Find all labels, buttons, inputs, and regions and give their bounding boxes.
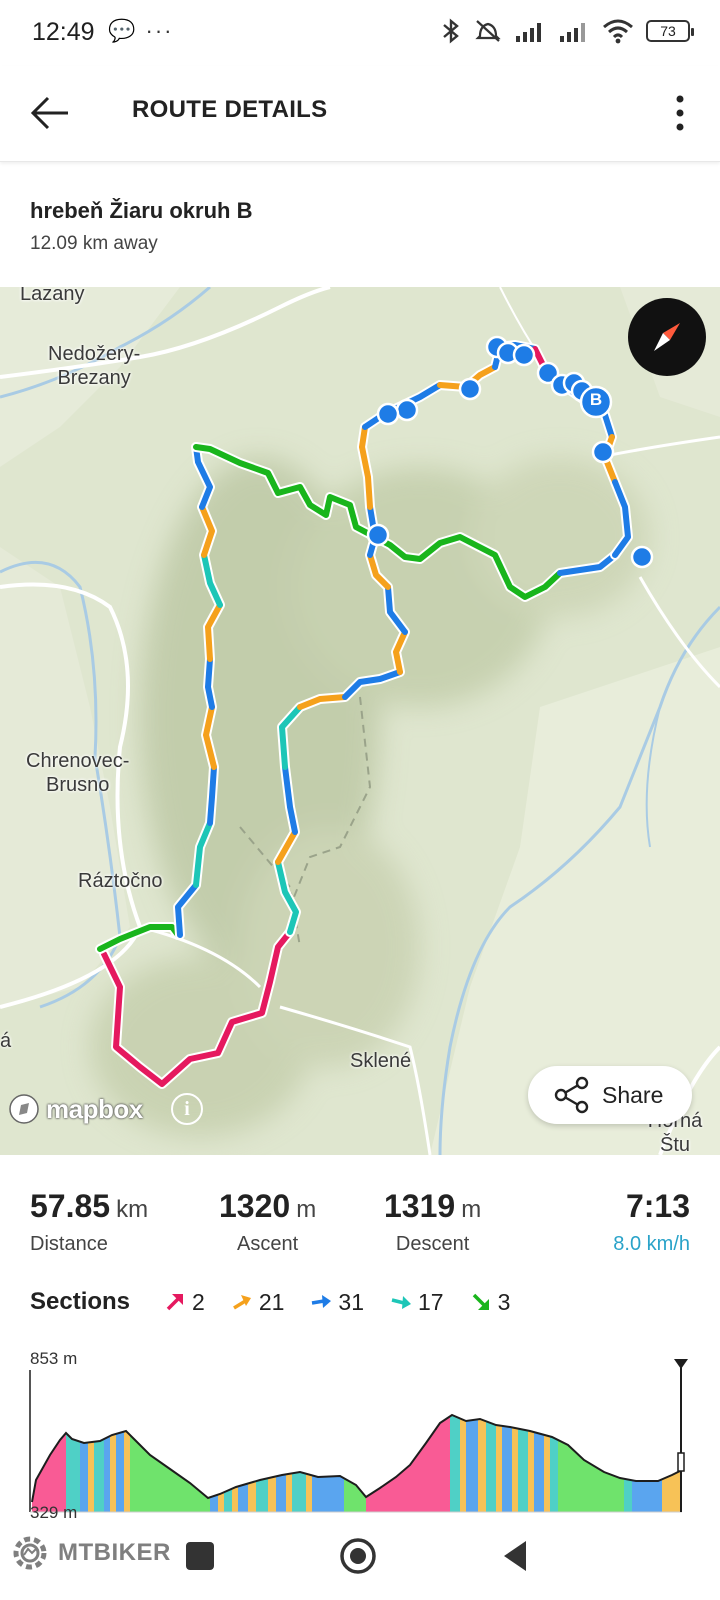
- notification-icons: 💬 ···: [108, 18, 174, 43]
- distance-value: 57.85: [30, 1188, 111, 1224]
- map-terrain: [0, 287, 720, 1155]
- route-distance-away: 12.09 km away: [30, 233, 158, 254]
- mapbox-icon: [9, 1094, 39, 1124]
- route-section: [207, 764, 217, 826]
- share-icon: [554, 1076, 589, 1114]
- bluetooth-icon: [443, 18, 459, 44]
- arrow-right-icon: [312, 1295, 332, 1308]
- place-label: Nedožery- Brezany: [48, 343, 141, 389]
- arrow-down-right-icon: [472, 1293, 489, 1310]
- profile-max-label: 853 m: [30, 1349, 78, 1368]
- stat-distance: 57.85 km Distance: [30, 1188, 148, 1256]
- section-flat: 31: [310, 1289, 364, 1316]
- status-right-icons: 73: [440, 18, 694, 44]
- end-marker-label: B: [589, 390, 603, 409]
- elevation-chart: [29, 1359, 688, 1513]
- place-label: Sklené: [350, 1050, 412, 1072]
- route-map[interactable]: B Lazany Nedožery- Brezany Chrenovec- Br…: [0, 287, 720, 1155]
- place-label: á: [0, 1030, 12, 1052]
- back-triangle-icon: [504, 1541, 526, 1571]
- route-name: hrebeň Žiaru okruh B: [30, 198, 253, 223]
- ascent-unit: m: [296, 1196, 317, 1223]
- descent-label: Descent: [395, 1233, 470, 1255]
- home-button[interactable]: [338, 1536, 378, 1581]
- section-steep-ascent: 2: [164, 1289, 205, 1316]
- more-vertical-icon: [676, 95, 684, 131]
- section-ascent: 21: [231, 1288, 285, 1316]
- app-bar: ROUTE DETAILS: [0, 66, 720, 162]
- stat-ascent: 1320 m Ascent: [219, 1188, 316, 1256]
- status-bar: 12:49 💬 ··· 73: [0, 0, 720, 66]
- recents-button[interactable]: [186, 1542, 214, 1570]
- ascent-label: Ascent: [237, 1233, 299, 1255]
- section-count: 3: [497, 1288, 511, 1315]
- info-icon[interactable]: i: [171, 1093, 203, 1125]
- arrow-up-right-icon: [166, 1294, 184, 1311]
- share-label: Share: [602, 1082, 664, 1108]
- page-title: ROUTE DETAILS: [132, 96, 328, 123]
- arrow-up-right-icon: [232, 1295, 251, 1310]
- section-descent: 17: [390, 1289, 444, 1316]
- battery-icon: 73: [646, 20, 694, 42]
- place-label: Chrenovec- Brusno: [26, 750, 130, 796]
- descent-unit: m: [461, 1196, 482, 1223]
- section-count: 21: [258, 1288, 285, 1315]
- sections-title: Sections: [30, 1288, 131, 1315]
- average-speed: 8.0 km/h: [613, 1233, 690, 1255]
- distance-label: Distance: [30, 1233, 108, 1255]
- place-label: Ráztočno: [78, 870, 163, 892]
- arrow-right-icon: [391, 1296, 412, 1309]
- signal-icon: [516, 23, 541, 42]
- back-button[interactable]: [26, 88, 76, 138]
- stat-descent: 1319 m Descent: [384, 1188, 481, 1256]
- watermark-text: MTBIKER: [58, 1539, 171, 1566]
- back-nav-button[interactable]: [500, 1536, 530, 1581]
- section-count: 2: [192, 1288, 205, 1315]
- section-steep-descent: 3: [470, 1288, 511, 1316]
- sections-legend: Sections 2 21 31 17 3: [30, 1287, 536, 1317]
- section-count: 31: [338, 1288, 365, 1315]
- mute-icon: [475, 20, 501, 42]
- compass-icon: [654, 323, 680, 351]
- section-count: 17: [418, 1288, 444, 1315]
- place-label: Lazany: [20, 287, 85, 305]
- signal-icon-2: [560, 23, 585, 42]
- distance-unit: km: [116, 1196, 149, 1223]
- mapbox-logo[interactable]: mapbox: [8, 1093, 143, 1125]
- more-options-button[interactable]: [662, 88, 698, 138]
- home-icon: [340, 1538, 376, 1574]
- duration-value: 7:13: [625, 1188, 690, 1224]
- arrow-left-icon: [30, 96, 68, 130]
- compass-button[interactable]: [628, 298, 706, 376]
- share-button[interactable]: Share: [528, 1066, 692, 1124]
- ascent-value: 1320: [219, 1188, 291, 1224]
- stat-duration: 7:13 8.0 km/h: [613, 1188, 690, 1256]
- elevation-profile[interactable]: 853 m 329 m: [0, 1349, 720, 1522]
- watermark: MTBIKER: [10, 1533, 171, 1573]
- status-time: 12:49: [32, 18, 95, 46]
- descent-value: 1319: [384, 1188, 456, 1224]
- mapbox-wordmark: mapbox: [46, 1093, 143, 1124]
- gear-icon: [13, 1536, 47, 1570]
- wifi-icon: [603, 19, 633, 44]
